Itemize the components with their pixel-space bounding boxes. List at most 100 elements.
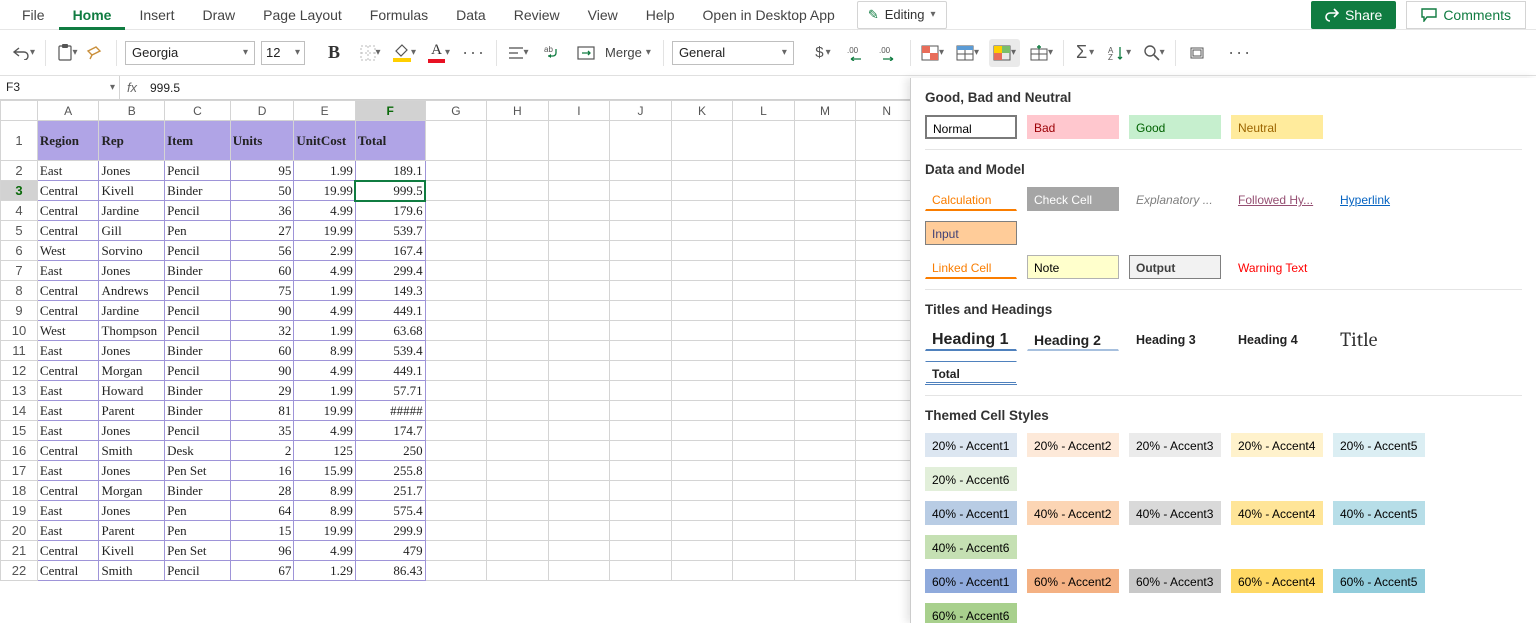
cell[interactable]: East [37,461,99,481]
cell[interactable] [733,281,795,301]
row-header-20[interactable]: 20 [1,521,38,541]
cell[interactable] [425,541,487,561]
cell[interactable]: Central [37,201,99,221]
cell[interactable]: 125 [294,441,356,461]
cell[interactable]: 81 [230,401,294,421]
cell[interactable]: 90 [230,301,294,321]
cell[interactable] [487,121,549,161]
cell[interactable] [487,461,549,481]
style-accent[interactable]: 40% - Accent4 [1231,501,1323,525]
cell[interactable] [610,501,672,521]
cell[interactable]: 1.99 [294,381,356,401]
col-header-L[interactable]: L [733,101,795,121]
cell[interactable]: East [37,161,99,181]
cell[interactable]: Central [37,561,99,581]
col-header-K[interactable]: K [671,101,733,121]
cell[interactable]: Pencil [165,161,231,181]
cell[interactable] [548,261,610,281]
col-header-N[interactable]: N [856,101,918,121]
cell[interactable] [610,361,672,381]
ribbon-overflow[interactable]: ··· [1226,39,1254,67]
style-swatch[interactable]: Warning Text [1231,255,1323,279]
cell[interactable] [733,521,795,541]
cell[interactable] [425,421,487,441]
row-header-17[interactable]: 17 [1,461,38,481]
insert-cells-button[interactable]: ▾ [1028,39,1055,67]
cell[interactable]: East [37,401,99,421]
cell[interactable]: Pencil [165,201,231,221]
cell[interactable] [856,381,918,401]
cell[interactable] [794,521,856,541]
cell[interactable] [487,221,549,241]
cell[interactable]: Gill [99,221,165,241]
cell[interactable] [733,441,795,461]
cell[interactable]: 67 [230,561,294,581]
cell[interactable]: East [37,521,99,541]
cell[interactable]: Pencil [165,361,231,381]
bold-button[interactable]: B [321,39,347,67]
cell[interactable] [610,401,672,421]
cell[interactable] [548,181,610,201]
cell[interactable]: 539.7 [355,221,425,241]
cell[interactable] [548,301,610,321]
cell[interactable]: 96 [230,541,294,561]
cell[interactable]: Binder [165,401,231,421]
cell[interactable] [548,461,610,481]
paste-button[interactable]: ▾ [54,39,80,67]
cell[interactable] [733,201,795,221]
col-header-I[interactable]: I [548,101,610,121]
align-button[interactable]: ▾ [505,39,531,67]
cell[interactable] [548,281,610,301]
style-accent[interactable]: 20% - Accent3 [1129,433,1221,457]
cell[interactable] [610,201,672,221]
col-header-F[interactable]: F [355,101,425,121]
cell[interactable] [610,481,672,501]
cell[interactable] [548,561,610,581]
row-header-5[interactable]: 5 [1,221,38,241]
cell[interactable] [425,281,487,301]
cell[interactable] [425,321,487,341]
cell[interactable]: 1.29 [294,561,356,581]
style-swatch[interactable]: Normal [925,115,1017,139]
col-header-A[interactable]: A [37,101,99,121]
col-header-D[interactable]: D [230,101,294,121]
fx-icon[interactable]: fx [120,80,144,95]
cell[interactable] [548,121,610,161]
cell[interactable]: Jardine [99,201,165,221]
cell[interactable] [487,341,549,361]
col-header-G[interactable]: G [425,101,487,121]
cell[interactable] [548,381,610,401]
style-accent[interactable]: 60% - Accent3 [1129,569,1221,593]
cell[interactable] [425,341,487,361]
cell[interactable]: 179.6 [355,201,425,221]
cell[interactable]: Kivell [99,181,165,201]
style-swatch[interactable]: Note [1027,255,1119,279]
cell[interactable] [733,481,795,501]
style-heading[interactable]: Title [1333,327,1425,351]
style-accent[interactable]: 60% - Accent4 [1231,569,1323,593]
cell[interactable]: Binder [165,481,231,501]
cell[interactable]: Jones [99,161,165,181]
cell[interactable] [487,401,549,421]
cell[interactable]: 575.4 [355,501,425,521]
tab-open-in-desktop-app[interactable]: Open in Desktop App [689,0,849,30]
cell[interactable]: Central [37,441,99,461]
row-header-16[interactable]: 16 [1,441,38,461]
cell[interactable] [548,501,610,521]
cell[interactable] [733,121,795,161]
borders-button[interactable]: ▾ [357,39,383,67]
cell[interactable]: Pencil [165,421,231,441]
cell[interactable] [856,541,918,561]
row-header-18[interactable]: 18 [1,481,38,501]
cell[interactable] [487,161,549,181]
cell[interactable]: 19.99 [294,401,356,421]
cell[interactable] [856,341,918,361]
cell[interactable] [856,401,918,421]
cell[interactable] [733,341,795,361]
cell[interactable] [425,461,487,481]
col-header-B[interactable]: B [99,101,165,121]
cell[interactable]: 250 [355,441,425,461]
col-header-J[interactable]: J [610,101,672,121]
cell[interactable] [425,361,487,381]
number-format-selector[interactable]: General▾ [672,41,794,65]
